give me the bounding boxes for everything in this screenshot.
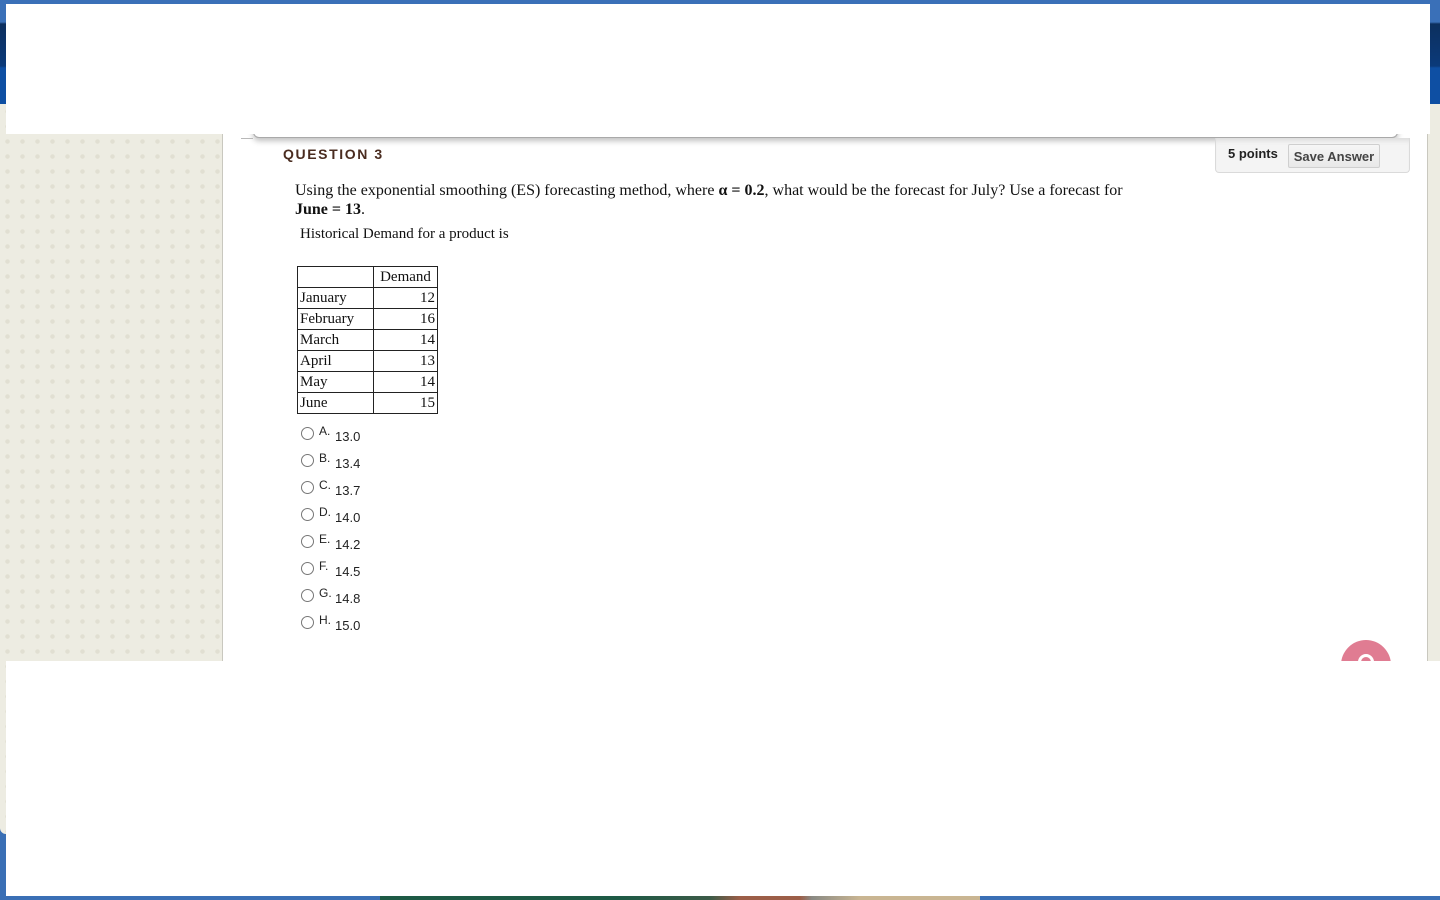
question-text-part1: Using the exponential smoothing (ES) for… bbox=[295, 182, 719, 199]
header-demand: Demand bbox=[373, 266, 438, 288]
table-row: April 13 bbox=[297, 350, 438, 372]
header-month bbox=[297, 266, 374, 288]
option-value: 13.0 bbox=[335, 429, 361, 444]
blank-region-bottom bbox=[6, 661, 1440, 896]
radio-button[interactable] bbox=[301, 616, 314, 629]
alpha-expression: α = 0.2 bbox=[718, 182, 765, 199]
month-cell: May bbox=[297, 371, 374, 393]
question-text-part2: , what would be the forecast for July? U… bbox=[764, 182, 1123, 199]
radio-button[interactable] bbox=[301, 427, 314, 440]
option-letter: F. bbox=[319, 559, 329, 573]
save-answer-button[interactable]: Save Answer bbox=[1288, 144, 1380, 168]
option-a[interactable]: A. 13.0 bbox=[301, 424, 421, 451]
option-e[interactable]: E. 14.2 bbox=[301, 532, 421, 559]
option-c[interactable]: C. 13.7 bbox=[301, 478, 421, 505]
option-letter: G. bbox=[319, 586, 332, 600]
option-value: 13.7 bbox=[335, 483, 361, 498]
demand-cell: 13 bbox=[373, 350, 438, 372]
page-right-edge bbox=[1430, 104, 1440, 661]
option-value: 14.2 bbox=[335, 537, 361, 552]
table-header-row: Demand bbox=[297, 266, 438, 288]
question-text-part3: . bbox=[361, 201, 366, 218]
option-d[interactable]: D. 14.0 bbox=[301, 505, 421, 532]
option-h[interactable]: H. 15.0 bbox=[301, 613, 421, 640]
question-text: Using the exponential smoothing (ES) for… bbox=[295, 181, 1155, 219]
option-value: 14.5 bbox=[335, 564, 361, 579]
june-expression: June = 13 bbox=[295, 201, 362, 218]
points-label: 5 points bbox=[1228, 146, 1278, 161]
month-cell: June bbox=[297, 392, 374, 414]
option-b[interactable]: B. 13.4 bbox=[301, 451, 421, 478]
option-value: 14.8 bbox=[335, 591, 361, 606]
month-cell: April bbox=[297, 350, 374, 372]
option-letter: H. bbox=[319, 613, 331, 627]
option-letter: E. bbox=[319, 532, 331, 546]
option-letter: B. bbox=[319, 451, 331, 465]
table-row: February 16 bbox=[297, 308, 438, 330]
answer-options: A. 13.0 B. 13.4 C. 13.7 D. 14.0 E. 14.2 … bbox=[301, 424, 421, 640]
table-intro: Historical Demand for a product is bbox=[300, 226, 509, 242]
table-row: May 14 bbox=[297, 371, 438, 393]
demand-table: Demand January 12 February 16 March 14 A… bbox=[297, 266, 438, 414]
radio-button[interactable] bbox=[301, 508, 314, 521]
radio-button[interactable] bbox=[301, 454, 314, 467]
demand-cell: 14 bbox=[373, 371, 438, 393]
option-g[interactable]: G. 14.8 bbox=[301, 586, 421, 613]
month-cell: February bbox=[297, 308, 374, 330]
month-cell: January bbox=[297, 287, 374, 309]
option-value: 14.0 bbox=[335, 510, 361, 525]
blank-region-top bbox=[6, 4, 1430, 134]
radio-button[interactable] bbox=[301, 535, 314, 548]
option-value: 15.0 bbox=[335, 618, 361, 633]
option-f[interactable]: F. 14.5 bbox=[301, 559, 421, 586]
option-letter: C. bbox=[319, 478, 331, 492]
option-letter: A. bbox=[319, 424, 331, 438]
question-title: QUESTION 3 bbox=[283, 146, 384, 162]
divider bbox=[241, 138, 253, 139]
demand-cell: 12 bbox=[373, 287, 438, 309]
radio-button[interactable] bbox=[301, 481, 314, 494]
option-value: 13.4 bbox=[335, 456, 361, 471]
dock-strip bbox=[380, 896, 980, 900]
table-row: March 14 bbox=[297, 329, 438, 351]
table-row: June 15 bbox=[297, 392, 438, 414]
month-cell: March bbox=[297, 329, 374, 351]
option-letter: D. bbox=[319, 505, 331, 519]
radio-button[interactable] bbox=[301, 562, 314, 575]
points-box: 5 points Save Answer bbox=[1215, 138, 1410, 173]
demand-cell: 15 bbox=[373, 392, 438, 414]
table-row: January 12 bbox=[297, 287, 438, 309]
demand-cell: 16 bbox=[373, 308, 438, 330]
demand-cell: 14 bbox=[373, 329, 438, 351]
radio-button[interactable] bbox=[301, 589, 314, 602]
